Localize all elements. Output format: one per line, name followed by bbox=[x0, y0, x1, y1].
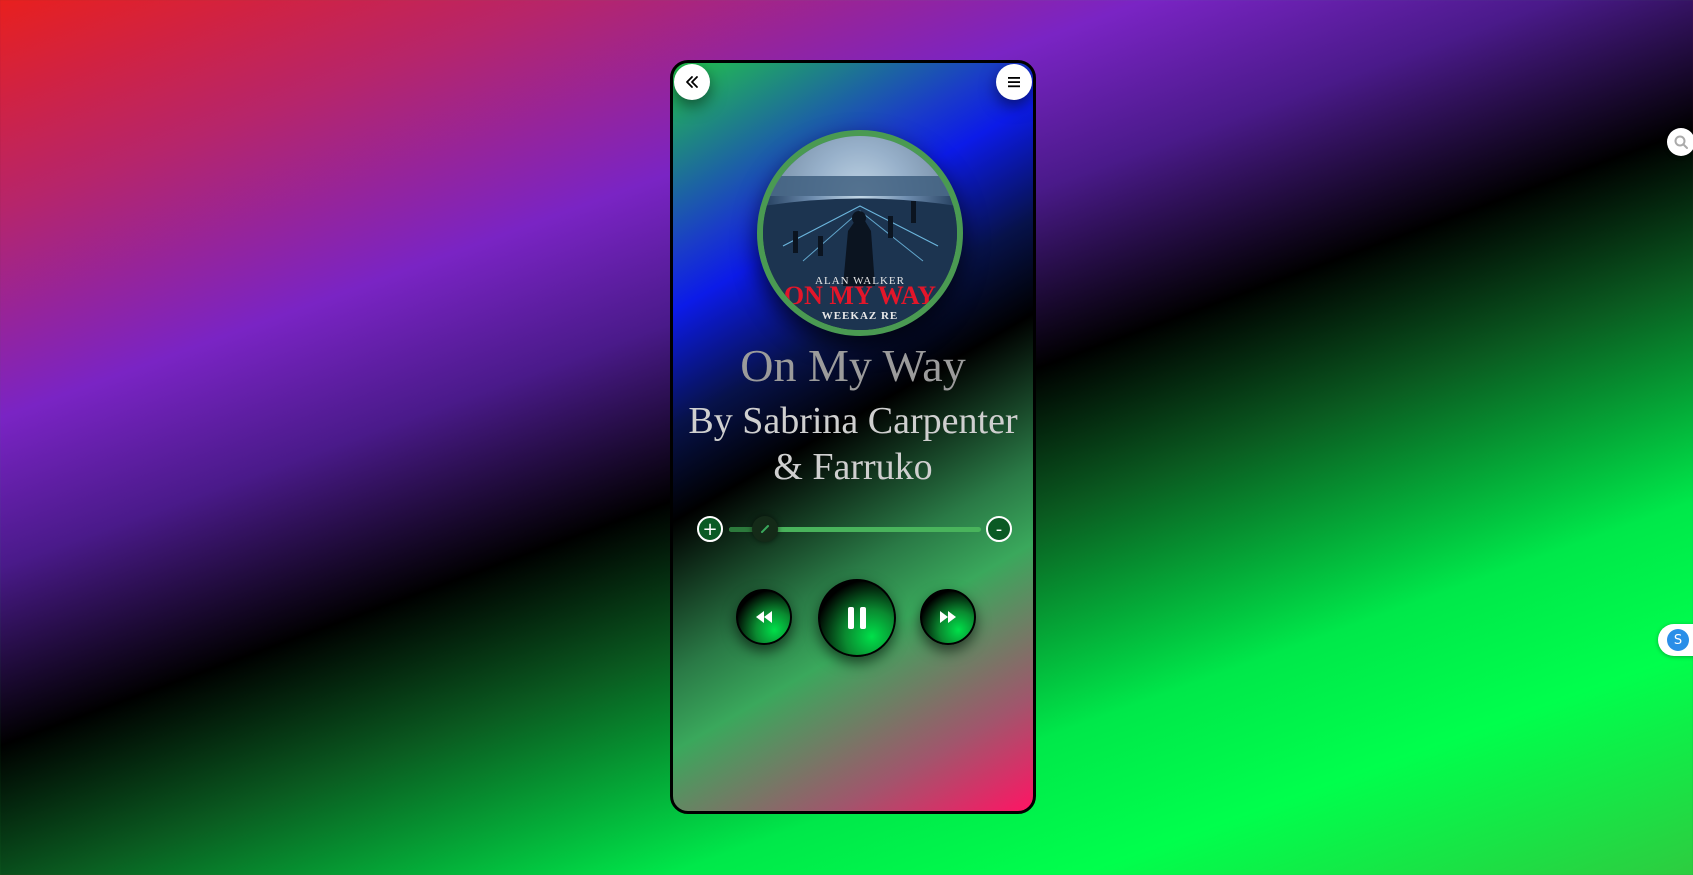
pause-icon bbox=[848, 607, 866, 629]
volume-down-button[interactable]: - bbox=[986, 516, 1012, 542]
music-player-card: ALAN WALKER ON MY WAY WEEKAZ RE On My Wa… bbox=[670, 60, 1036, 814]
play-pause-button[interactable] bbox=[818, 579, 896, 657]
search-icon bbox=[1674, 135, 1688, 149]
song-title: On My Way bbox=[740, 340, 966, 391]
fast-forward-icon bbox=[940, 611, 956, 623]
menu-button[interactable] bbox=[996, 64, 1032, 100]
skype-icon: S bbox=[1667, 629, 1689, 651]
volume-thumb[interactable] bbox=[751, 516, 778, 542]
plus-icon: + bbox=[702, 518, 718, 540]
hamburger-menu-icon bbox=[1008, 77, 1020, 88]
back-button[interactable] bbox=[674, 64, 710, 100]
thumb-icon bbox=[760, 525, 769, 533]
song-artist: By Sabrina Carpenter & Farruko bbox=[688, 400, 1018, 488]
double-chevron-left-icon bbox=[686, 76, 698, 88]
album-cover: ALAN WALKER ON MY WAY WEEKAZ RE bbox=[757, 130, 963, 336]
previous-track-button[interactable] bbox=[736, 589, 792, 645]
rewind-icon bbox=[756, 611, 772, 623]
cover-remix-text: WEEKAZ RE bbox=[822, 310, 899, 322]
search-widget-button[interactable] bbox=[1667, 128, 1693, 156]
cover-title-text: ON MY WAY bbox=[784, 281, 936, 310]
volume-up-button[interactable]: + bbox=[697, 516, 723, 542]
volume-slider[interactable] bbox=[729, 516, 981, 542]
minus-icon: - bbox=[995, 518, 1003, 540]
next-track-button[interactable] bbox=[920, 589, 976, 645]
skype-widget-button[interactable]: S bbox=[1658, 624, 1693, 656]
